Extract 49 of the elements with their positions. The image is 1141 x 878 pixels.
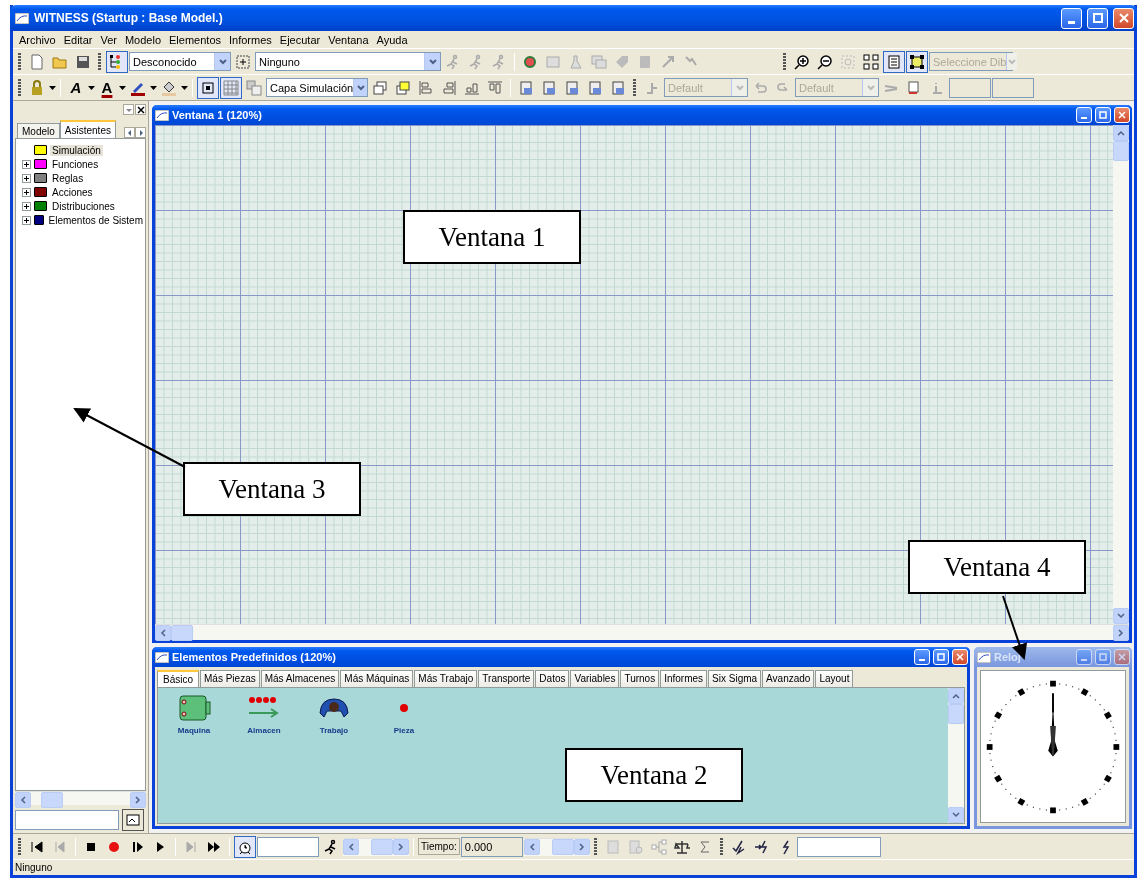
window-title: WITNESS (Startup : Base Model.) — [34, 11, 224, 25]
tree-item[interactable]: Acciones — [50, 186, 95, 198]
tab[interactable]: Modelo — [17, 123, 60, 138]
menu-item[interactable]: Ejecutar — [275, 33, 325, 46]
tab[interactable]: Turnos — [620, 670, 660, 687]
element-label[interactable]: Maquina — [177, 726, 211, 735]
element-label[interactable]: Almacen — [247, 726, 281, 735]
tab[interactable]: Variables — [570, 670, 620, 687]
tree-item[interactable]: Reglas — [50, 172, 86, 184]
tree-item[interactable]: Elementos de Sistem — [46, 214, 145, 226]
tree-item[interactable]: Funciones — [50, 158, 101, 170]
dropdown[interactable]: Capa Simulación — [266, 78, 368, 97]
menu-item[interactable]: Editar — [59, 33, 97, 46]
status-text: Ninguno — [15, 862, 53, 873]
tab[interactable]: Informes — [660, 670, 708, 687]
font-color-button[interactable]: A — [96, 76, 118, 99]
menu-item[interactable]: Modelo — [120, 33, 166, 46]
tab[interactable]: Más Máquinas — [340, 670, 414, 687]
callout-label: Ventana 3 — [183, 462, 361, 516]
font-button[interactable]: A — [65, 76, 87, 99]
callout-label: Ventana 1 — [403, 210, 581, 264]
callout-label: Ventana 2 — [565, 748, 743, 802]
menu-item[interactable]: Ayuda — [372, 33, 412, 46]
menu-item[interactable]: Elementos — [165, 33, 225, 46]
tree-item[interactable]: Simulación — [50, 144, 103, 156]
menu-item[interactable]: Informes — [225, 33, 276, 46]
callout-label: Ventana 4 — [908, 540, 1086, 594]
tree-item[interactable]: Distribuciones — [50, 200, 117, 212]
tab[interactable]: Datos — [535, 670, 570, 687]
tab[interactable]: Layout — [815, 670, 854, 687]
time-field[interactable]: 0.000 — [460, 836, 523, 857]
tab[interactable]: Six Sigma — [708, 670, 762, 687]
element-label[interactable]: Pieza — [393, 726, 415, 735]
menu-item[interactable]: Ventana — [324, 33, 373, 46]
tab[interactable]: Avanzado — [762, 670, 815, 687]
tab[interactable]: Básico — [157, 670, 199, 688]
window-title: Ventana 1 (120%) — [172, 109, 263, 121]
dropdown[interactable]: Desconocido — [129, 52, 231, 71]
time-label: Tiempo: — [418, 838, 460, 855]
tab[interactable]: Transporte — [478, 670, 535, 687]
menu-item[interactable]: Ver — [96, 33, 121, 46]
tab[interactable]: Más Piezas — [200, 670, 260, 687]
menu-item[interactable]: Archivo — [15, 33, 60, 46]
tab[interactable]: Más Trabajo — [414, 670, 478, 687]
window-title: Reloj — [994, 651, 1022, 663]
window-title: Elementos Predefinidos (120%) — [172, 651, 337, 663]
tab[interactable]: Más Almacenes — [260, 670, 340, 687]
dropdown[interactable]: Ninguno — [255, 52, 441, 71]
element-label[interactable]: Trabajo — [319, 726, 349, 735]
